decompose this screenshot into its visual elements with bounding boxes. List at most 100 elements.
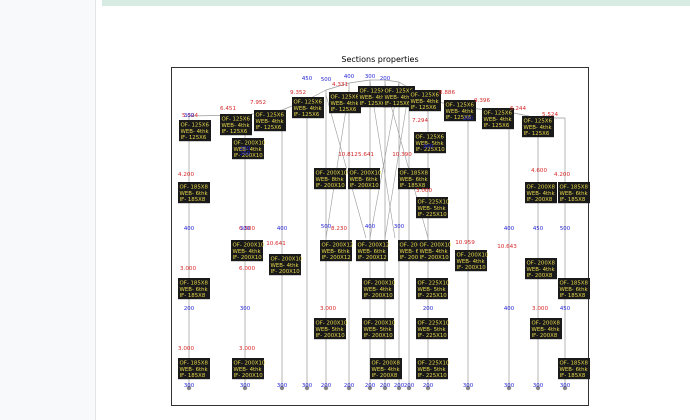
- spacing-label: 400: [365, 224, 376, 230]
- spacing-label: 400: [277, 226, 288, 232]
- section-label-line: OF- 185X8: [400, 170, 429, 176]
- section-label-line: WEB- 4thk: [420, 249, 449, 255]
- section-label-line: WEB- 4thk: [331, 101, 360, 107]
- section-label-line: OF- 200X12: [358, 242, 390, 248]
- section-label-line: IF- 185X8: [180, 293, 206, 299]
- section-label-line: OF- 185X8: [180, 280, 209, 286]
- section-label-line: IF- 225X10: [418, 212, 448, 218]
- section-label-line: WEB- 5thk: [418, 327, 447, 333]
- member-length-label: 10.959: [455, 240, 475, 246]
- spacing-label: 300: [394, 224, 405, 230]
- section-label-line: OF- 225X10: [418, 360, 450, 366]
- spacing-label: 400: [184, 226, 195, 232]
- section-label-line: IF- 125X6: [331, 107, 357, 113]
- section-label-line: OF- 125X6: [256, 112, 285, 118]
- base-spacing-label: 300: [184, 383, 195, 389]
- section-label-line: WEB- 5thk: [316, 327, 345, 333]
- section-label-line: OF- 185X8: [560, 184, 589, 190]
- member-length-label: 4.331: [332, 82, 348, 88]
- section-label-line: IF- 200X10: [271, 269, 301, 275]
- section-label-line: OF- 200X8: [372, 360, 401, 366]
- section-label-line: OF- 200X8: [527, 184, 556, 190]
- section-label-line: IF- 200X10: [350, 183, 380, 189]
- spacing-label: 450: [560, 306, 571, 312]
- member-length-label: 9.396: [474, 98, 490, 104]
- section-label-line: WEB- 4thk: [524, 125, 553, 131]
- section-label-line: OF- 185X8: [180, 184, 209, 190]
- base-spacing-label: 200: [380, 383, 391, 389]
- spacing-label: 200: [184, 306, 195, 312]
- section-label-line: WEB- 4thk: [181, 129, 210, 135]
- section-label-line: WEB- 6thk: [180, 367, 209, 373]
- section-label-line: OF- 225X10: [418, 199, 450, 205]
- section-label-line: WEB- 4thk: [527, 191, 556, 197]
- base-spacing-label: 300: [504, 383, 515, 389]
- section-label-line: IF- 125X6: [524, 131, 550, 137]
- section-label-line: IF- 185X8: [560, 197, 586, 203]
- section-label-line: WEB- 6thk: [180, 191, 209, 197]
- base-spacing-label: 200: [321, 383, 332, 389]
- section-label-line: IF- 200X10: [316, 183, 346, 189]
- member-length-label: 6.451: [220, 106, 236, 112]
- section-label-line: IF- 125X6: [294, 112, 320, 118]
- member-length-label: 3.000: [178, 346, 194, 352]
- section-label-line: WEB- 6thk: [350, 177, 379, 183]
- section-label-line: WEB- 5thk: [364, 327, 393, 333]
- member-length-label: 5.641: [358, 152, 374, 158]
- section-label-line: WEB- 4thk: [294, 106, 323, 112]
- section-label-line: WEB- 6thk: [560, 191, 589, 197]
- member-length-label: 8.230: [331, 226, 347, 232]
- section-label-line: WEB- 4thk: [271, 263, 300, 269]
- section-label-line: OF- 200X10: [364, 320, 396, 326]
- member-length-label: 3.000: [416, 188, 432, 194]
- section-label-line: IF- 200X10: [316, 333, 346, 339]
- section-label-line: OF- 225X10: [418, 320, 450, 326]
- member-length-label: 3.000: [180, 266, 196, 272]
- section-label-line: IF- 200X12: [358, 255, 387, 261]
- base-spacing-label: 300: [240, 383, 251, 389]
- section-label-line: IF- 225X10: [418, 373, 448, 379]
- section-label-line: WEB- 4thk: [372, 367, 401, 373]
- roof-member: [348, 79, 371, 84]
- base-spacing-label: 300: [560, 383, 571, 389]
- section-label-line: WEB- 5thk: [418, 206, 447, 212]
- section-label-line: IF- 200X12: [322, 255, 351, 261]
- section-label-line: OF- 125X6: [181, 122, 210, 128]
- spacing-label: 300: [365, 74, 376, 80]
- section-label-line: IF- 200X8: [527, 197, 553, 203]
- base-spacing-label: 300: [277, 383, 288, 389]
- section-label-line: WEB- 6thk: [400, 177, 429, 183]
- section-label-line: WEB- 6thk: [358, 249, 387, 255]
- member-length-label: 8.886: [439, 90, 455, 96]
- spacing-label: 400: [344, 74, 355, 80]
- section-label-line: IF- 125X6: [484, 123, 510, 129]
- section-label-line: IF- 125X6: [360, 101, 386, 107]
- section-label-line: IF- 125X6: [385, 101, 411, 107]
- section-label-line: IF- 200X8: [527, 273, 553, 279]
- section-label-line: OF- 125X6: [484, 110, 513, 116]
- section-label-line: OF- 200X10: [316, 170, 348, 176]
- member-length-label: 6.244: [510, 106, 526, 112]
- section-label-line: OF- 185X8: [180, 360, 209, 366]
- member-length-label: 7.952: [250, 100, 266, 106]
- spacing-label: 200: [380, 76, 391, 82]
- spacing-label: 450: [302, 76, 313, 82]
- member-length-label: 6.000: [239, 266, 255, 272]
- base-spacing-label: 300: [463, 383, 474, 389]
- base-spacing-label: 200: [423, 383, 434, 389]
- section-label-line: IF- 185X8: [560, 373, 586, 379]
- member-length-label: 4.200: [178, 172, 194, 178]
- section-label-line: OF- 125X6: [294, 99, 323, 105]
- spacing-label: 500: [321, 224, 332, 230]
- member-length-label: 10.390: [392, 152, 412, 158]
- section-label-line: OF- 200X10: [420, 242, 452, 248]
- section-label-line: OF- 225X10: [418, 280, 450, 286]
- spacing-label: 200: [423, 306, 434, 312]
- member-length-label: 3.000: [532, 306, 548, 312]
- spacing-label: 200: [463, 116, 474, 122]
- section-label-line: IF- 200X10: [364, 333, 394, 339]
- section-label-line: IF- 185X8: [180, 197, 206, 203]
- section-label-line: IF- 125X6: [256, 125, 282, 131]
- member-length-label: 7.294: [412, 118, 428, 124]
- member-length-label: 5.524: [542, 112, 558, 118]
